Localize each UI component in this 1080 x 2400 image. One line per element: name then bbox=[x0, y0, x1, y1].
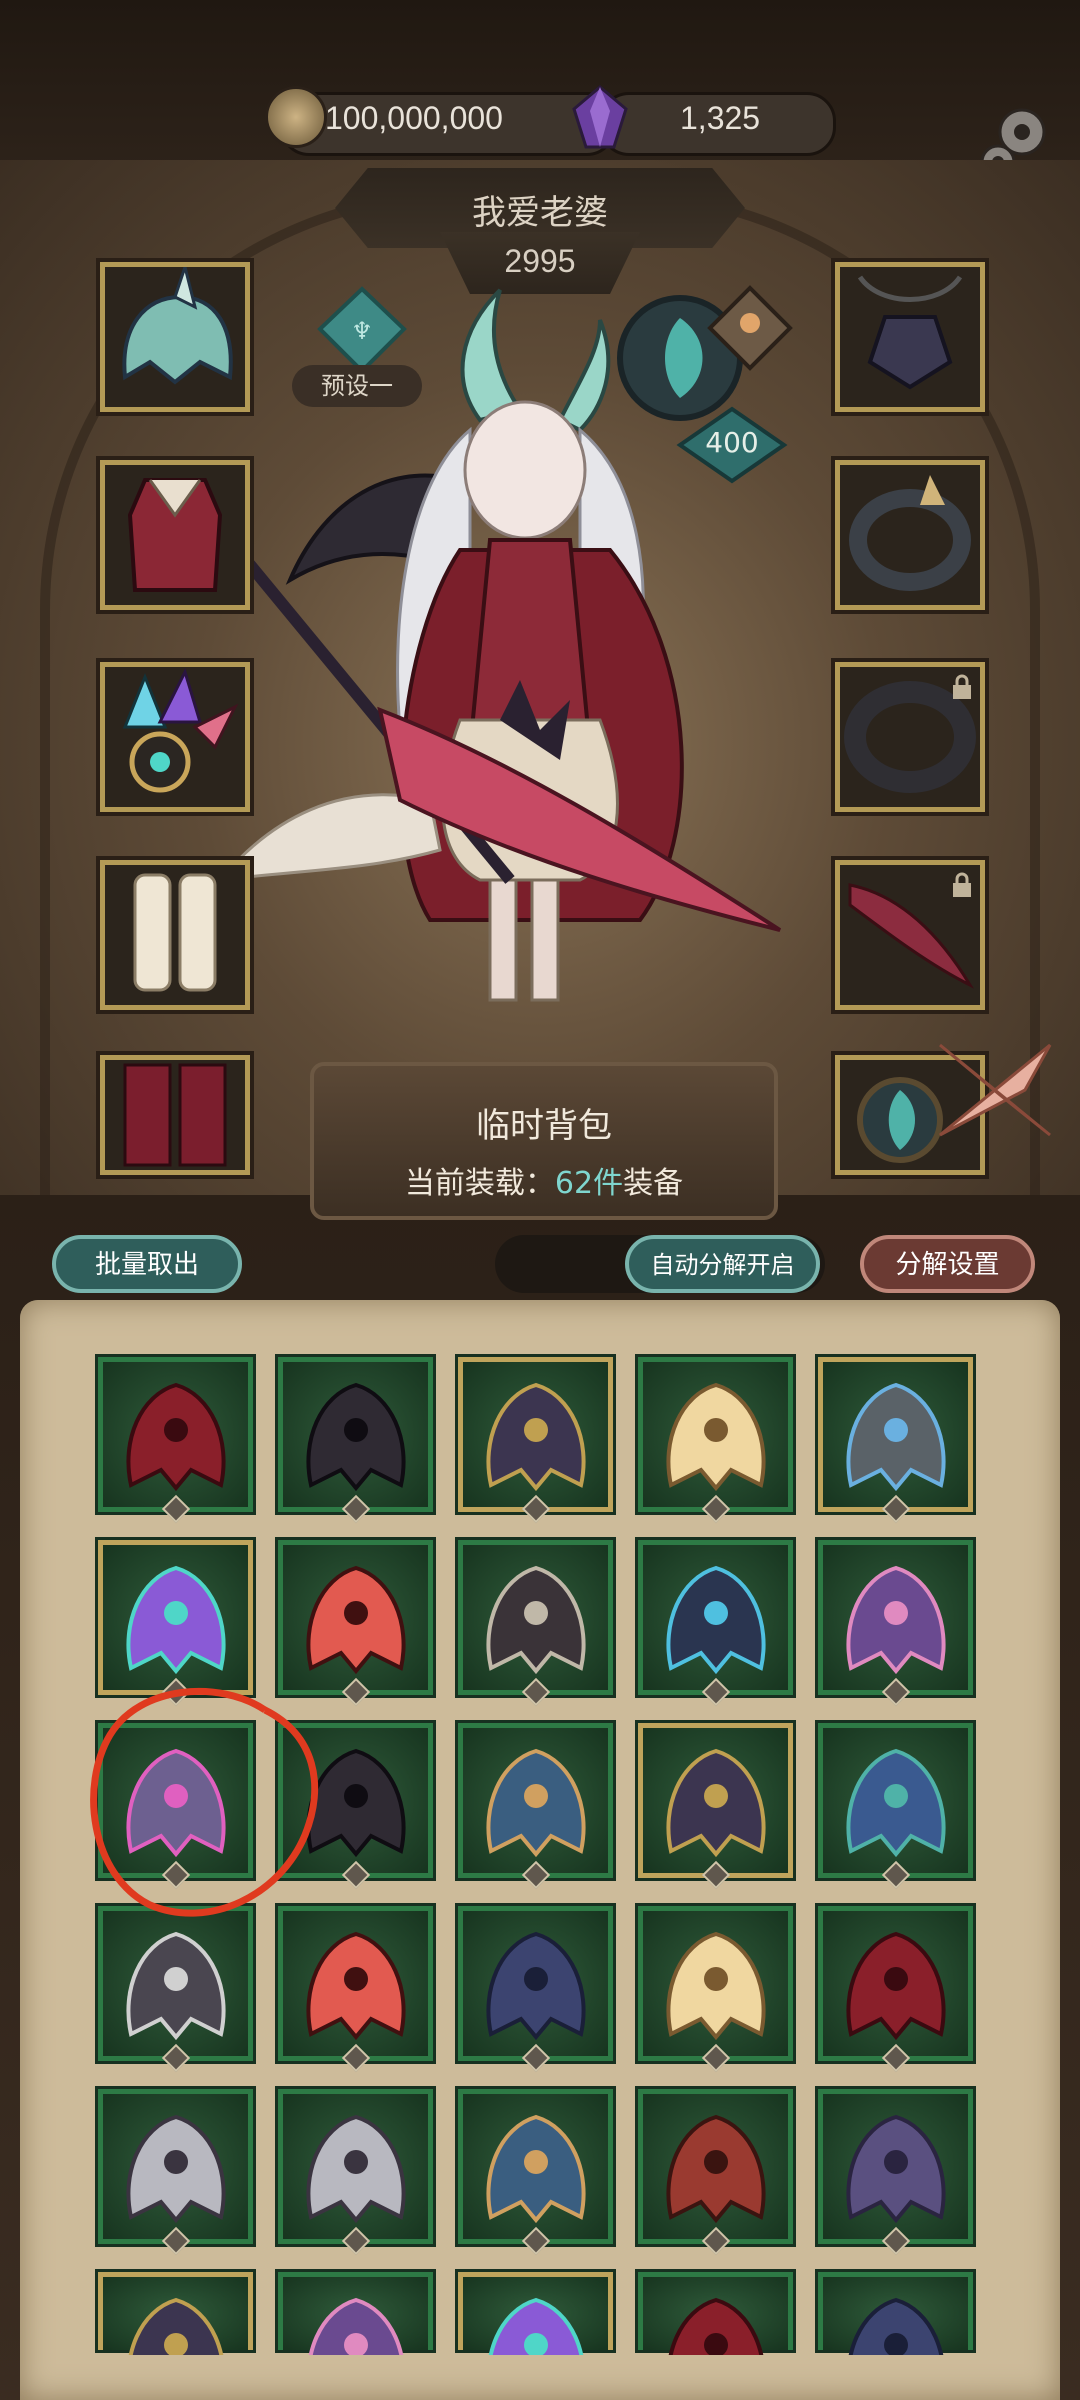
spiked-boots-icon bbox=[486, 1382, 586, 1492]
bag-capacity: 当前装载：62件装备 bbox=[310, 1158, 778, 1202]
bag-item-slot[interactable] bbox=[638, 2089, 793, 2256]
bag-item-slot[interactable] bbox=[818, 2089, 973, 2256]
equip-slot-boots[interactable] bbox=[100, 860, 250, 1010]
lock-icon bbox=[953, 872, 971, 897]
dark-robe-icon bbox=[486, 1565, 586, 1675]
helmet-icon bbox=[122, 267, 233, 385]
bag-item-slot[interactable] bbox=[818, 1723, 973, 1890]
blue-bracer-icon bbox=[486, 2114, 586, 2224]
bag-item-slot[interactable] bbox=[638, 1357, 793, 1524]
bag-item-slot[interactable] bbox=[638, 1723, 793, 1890]
gold-coin-icon bbox=[265, 86, 327, 148]
equip-slot-ring[interactable] bbox=[835, 662, 985, 812]
spiked-boots-icon bbox=[128, 2297, 224, 2355]
bag-item-slot[interactable] bbox=[458, 1357, 613, 1524]
bag-item-slot[interactable] bbox=[278, 2272, 433, 2355]
red-shoulder-icon bbox=[666, 2114, 766, 2224]
highlight-circle bbox=[90, 1688, 319, 1917]
character-figure bbox=[180, 288, 782, 1002]
flame-crown-icon bbox=[306, 1931, 406, 2041]
feather-blade-icon bbox=[666, 1382, 766, 1492]
bag-item-slot[interactable] bbox=[638, 2272, 793, 2355]
leg-guard-icon bbox=[123, 1063, 227, 1167]
crystal-gauntlet-icon bbox=[126, 1565, 226, 1675]
equip-slot-armor[interactable] bbox=[100, 460, 250, 610]
batch-take-button[interactable]: 批量取出 bbox=[52, 1235, 242, 1293]
gauntlet-icon bbox=[122, 667, 239, 793]
bag-item-slot[interactable] bbox=[98, 2089, 253, 2256]
bag-title: 临时背包 bbox=[476, 1106, 612, 1146]
close-x-icon[interactable] bbox=[930, 1035, 1060, 1145]
bag-item-slot[interactable] bbox=[278, 1540, 433, 1707]
auto-decompose-toggle[interactable]: 自动分解开启 bbox=[625, 1235, 820, 1293]
spiked-heels-icon bbox=[126, 1931, 226, 2041]
violet-armor-icon bbox=[846, 1565, 946, 1675]
bag-item-slot[interactable] bbox=[638, 1906, 793, 2073]
horned-helm-icon bbox=[666, 1565, 766, 1675]
bag-item-slot[interactable] bbox=[98, 2272, 253, 2355]
spiked-bracer-icon bbox=[126, 2114, 226, 2224]
violet-greaves-icon bbox=[846, 2114, 946, 2224]
lock-icon bbox=[953, 674, 971, 699]
equip-slot-weapon[interactable] bbox=[835, 860, 985, 1010]
equip-slot-amulet[interactable] bbox=[835, 262, 985, 412]
bag-item-slot[interactable] bbox=[818, 1540, 973, 1707]
equip-slot-bracelet[interactable] bbox=[835, 460, 985, 610]
spiked-bracer-icon bbox=[306, 2114, 406, 2224]
player-name: 我爱老婆 bbox=[472, 193, 608, 233]
blue-greaves-icon bbox=[848, 2297, 944, 2355]
gem-amount: 1,325 bbox=[680, 100, 761, 136]
capacity-suffix: 装备 bbox=[623, 1166, 684, 1201]
capacity-count: 62件 bbox=[554, 1166, 624, 1201]
bag-item-slot[interactable] bbox=[458, 2089, 613, 2256]
bag-item-slot[interactable] bbox=[278, 1357, 433, 1524]
blue-coat-icon bbox=[846, 1748, 946, 1858]
capacity-prefix: 当前装载： bbox=[404, 1166, 555, 1201]
armor-icon bbox=[127, 478, 223, 592]
amulet-icon bbox=[857, 275, 963, 390]
blue-bracer-icon bbox=[486, 1748, 586, 1858]
bag-item-slot[interactable] bbox=[458, 2272, 613, 2355]
bag-item-slot[interactable] bbox=[98, 1540, 253, 1707]
equip-slot-leg-guard[interactable] bbox=[100, 1055, 250, 1175]
feather-blade-icon bbox=[666, 1931, 766, 2041]
decompose-settings-button[interactable]: 分解设置 bbox=[860, 1235, 1035, 1293]
bag-item-slot[interactable] bbox=[458, 1723, 613, 1890]
blue-greaves-icon bbox=[486, 1931, 586, 2041]
crystal-gauntlet-icon bbox=[488, 2297, 584, 2355]
bag-item-slot[interactable] bbox=[278, 2089, 433, 2256]
bag-item-slot[interactable] bbox=[818, 2272, 973, 2355]
red-greaves-icon bbox=[126, 1382, 226, 1492]
equip-slot-helmet[interactable] bbox=[100, 262, 250, 412]
violet-armor-icon bbox=[308, 2297, 404, 2355]
bag-item-slot[interactable] bbox=[818, 1906, 973, 2073]
flame-crown-icon bbox=[306, 1565, 406, 1675]
bag-item-slot[interactable] bbox=[458, 1906, 613, 2073]
equip-slot-gauntlet[interactable] bbox=[100, 662, 250, 812]
bag-item-slot[interactable] bbox=[818, 1357, 973, 1524]
red-greaves-icon bbox=[668, 2297, 764, 2355]
boots-icon bbox=[133, 873, 217, 992]
bag-item-slot[interactable] bbox=[98, 1357, 253, 1524]
dark-hood-icon bbox=[306, 1382, 406, 1492]
bracelet-icon bbox=[849, 475, 971, 591]
spiked-boots-icon bbox=[666, 1748, 766, 1858]
purple-gem-icon bbox=[572, 85, 628, 149]
bag-item-slot[interactable] bbox=[458, 1540, 613, 1707]
clockwork-gauntlet-icon bbox=[846, 1382, 946, 1492]
red-greaves-icon bbox=[846, 1931, 946, 2041]
bag-item-slot[interactable] bbox=[638, 1540, 793, 1707]
